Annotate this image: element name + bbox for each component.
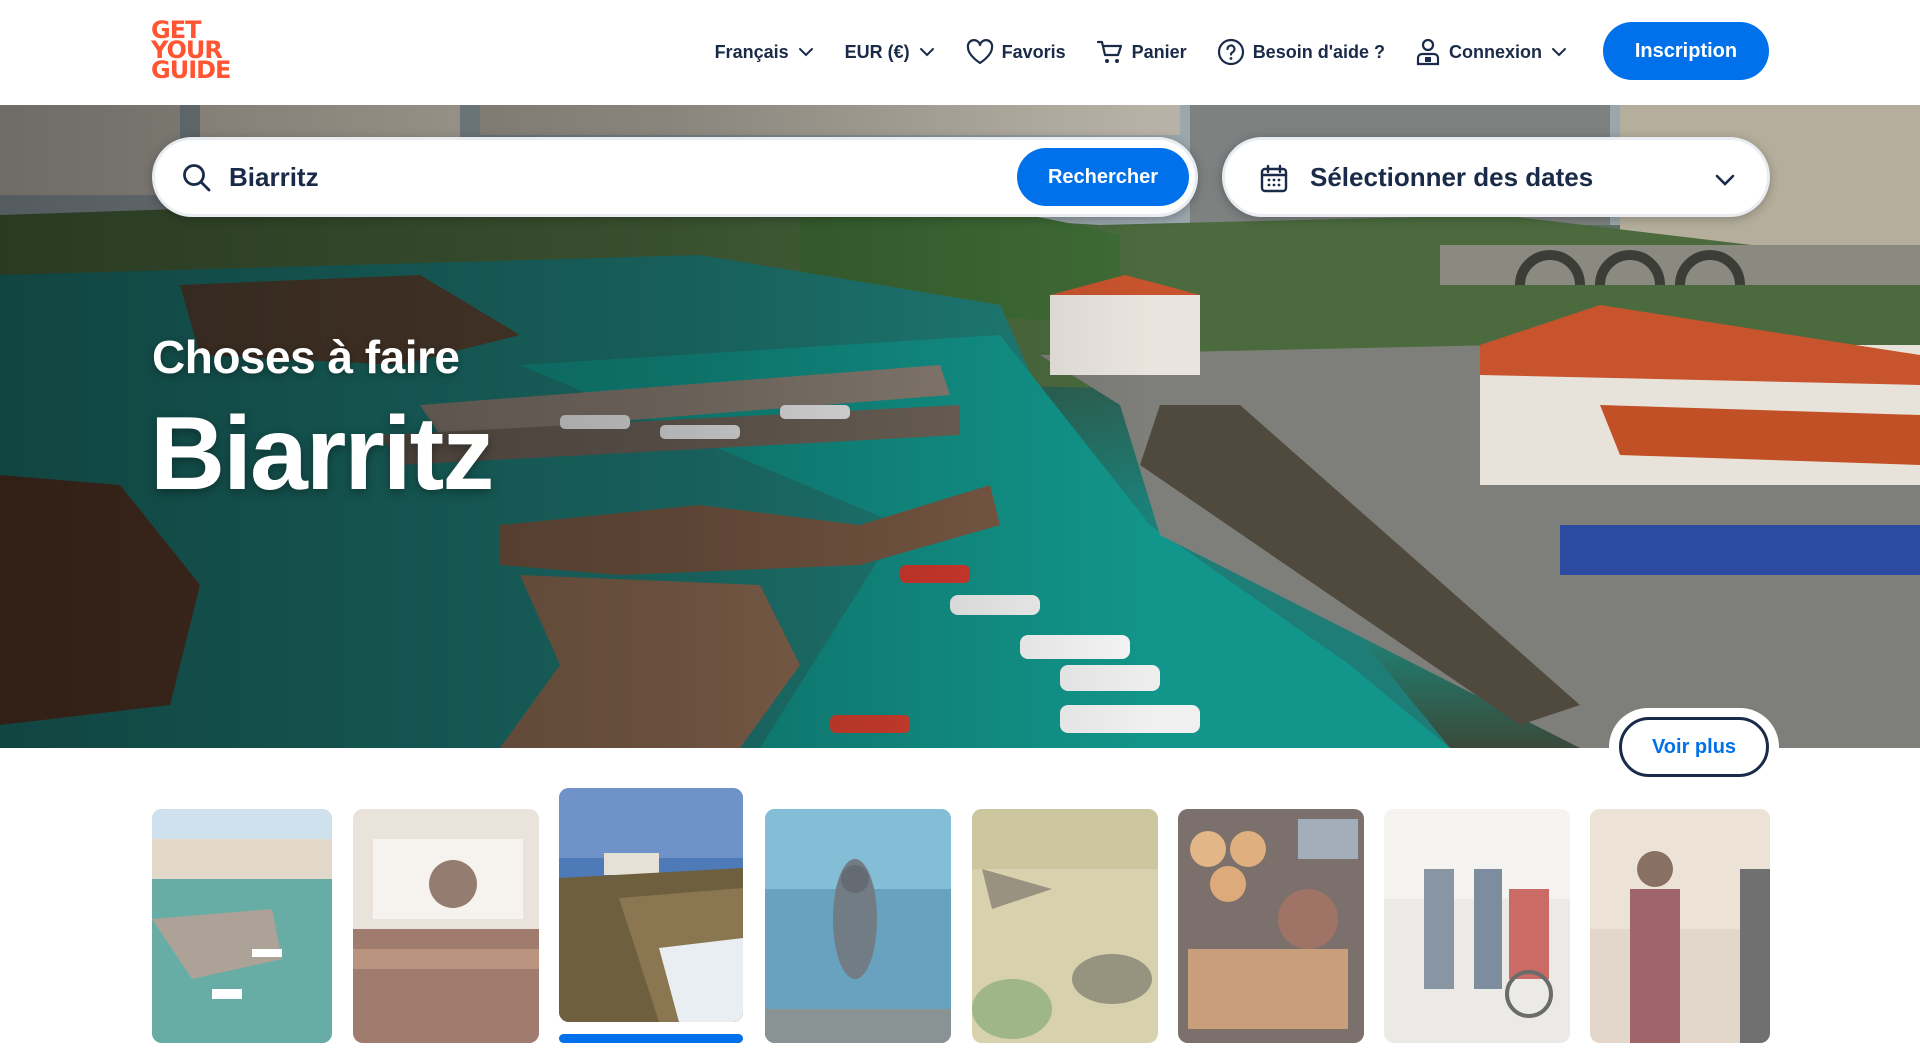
site-header: GET YOUR GUIDE Français EUR (€) Favoris … [0, 0, 1920, 105]
gallery-thumb-4[interactable] [972, 809, 1158, 1043]
gallery-active-indicator [559, 1034, 743, 1043]
help-link[interactable]: Besoin d'aide ? [1217, 38, 1385, 66]
search-icon [183, 164, 211, 192]
language-selector[interactable]: Français [715, 42, 815, 63]
harbor-thumb-image [152, 809, 332, 1043]
logo-line-3: GUIDE [151, 56, 231, 84]
favorites-link[interactable]: Favoris [966, 39, 1066, 65]
user-lock-icon [1416, 38, 1440, 66]
van-thumb-image [353, 809, 539, 1043]
favorites-label: Favoris [1001, 41, 1066, 62]
gallery-thumb-1[interactable] [353, 809, 539, 1043]
snorkel-thumb-image [765, 809, 951, 1043]
language-label: Français [714, 41, 789, 62]
login-label: Connexion [1449, 41, 1542, 62]
gallery-thumb-3[interactable] [765, 809, 951, 1043]
gallery-thumb-7[interactable] [1590, 809, 1770, 1043]
heart-icon [966, 39, 993, 65]
signup-button[interactable]: Inscription [1603, 22, 1769, 80]
currency-label: EUR (€) [844, 41, 910, 62]
gallery-thumb-2-selected[interactable] [559, 788, 743, 1022]
hero-subtitle: Choses à faire [152, 331, 460, 383]
gallery-thumb-5[interactable] [1178, 809, 1364, 1043]
currency-selector[interactable]: EUR (€) [845, 42, 936, 63]
city-women-thumb-image [1590, 809, 1770, 1043]
help-circle-icon [1217, 38, 1244, 66]
gallery-thumbnails [152, 788, 1770, 1048]
date-picker[interactable]: Sélectionner des dates [1222, 137, 1770, 217]
header-nav: Français EUR (€) Favoris Panier Besoin d… [715, 34, 1568, 70]
chevron-down-icon [798, 48, 813, 57]
hero-title: Biarritz [150, 396, 494, 512]
chevron-down-icon [1552, 48, 1566, 57]
cart-icon [1096, 40, 1122, 63]
search-bar[interactable]: Rechercher [152, 137, 1198, 217]
chevron-down-icon [1715, 174, 1735, 186]
login-menu[interactable]: Connexion [1415, 38, 1568, 66]
cart-label: Panier [1131, 41, 1187, 62]
grass-thumb-image [972, 809, 1158, 1043]
chevron-down-icon [919, 48, 934, 57]
gallery-thumb-6[interactable] [1384, 809, 1570, 1043]
search-button[interactable]: Rechercher [1017, 148, 1189, 206]
cliffs-thumb-image [559, 788, 743, 1022]
help-label: Besoin d'aide ? [1252, 41, 1385, 62]
hero-banner: Rechercher Sélectionner des dates Choses… [0, 105, 1920, 748]
date-picker-label: Sélectionner des dates [1310, 162, 1594, 192]
pastries-thumb-image [1178, 809, 1364, 1043]
friends-thumb-image [1384, 809, 1570, 1043]
gallery-thumb-0[interactable] [152, 809, 332, 1043]
cart-link[interactable]: Panier [1096, 39, 1187, 65]
calendar-icon [1260, 164, 1288, 193]
getyourguide-logo[interactable]: GET YOUR GUIDE [151, 18, 231, 84]
see-more-button[interactable]: Voir plus [1619, 717, 1769, 777]
search-input[interactable] [229, 154, 1029, 200]
